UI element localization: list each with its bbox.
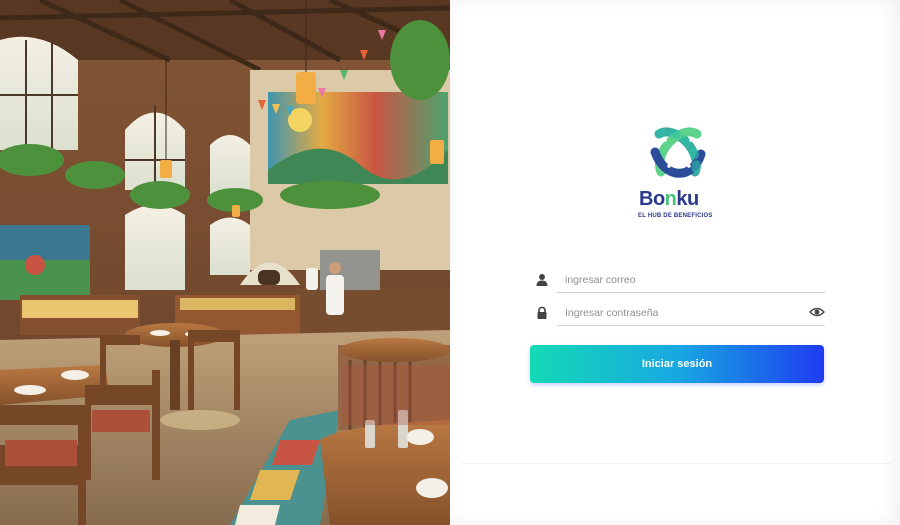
footer-divider: [462, 463, 892, 464]
login-panel: [450, 0, 900, 525]
bonku-logo-icon: [650, 127, 706, 178]
restaurant-hero-image: [0, 0, 450, 525]
login-button[interactable]: Iniciar sesión: [530, 345, 824, 383]
restaurant-illustration: [0, 0, 450, 525]
brand-logo: Bonku EL HUB DE BENEFICIOS: [635, 122, 725, 222]
email-input[interactable]: [557, 267, 825, 293]
brand-name: Bonku: [639, 188, 699, 210]
lock-icon: [537, 306, 547, 319]
password-field: [535, 300, 825, 328]
eye-icon[interactable]: [809, 305, 825, 319]
password-input[interactable]: [557, 300, 825, 326]
email-field: [535, 267, 825, 295]
user-icon: [536, 274, 548, 286]
login-page: Bonku EL HUB DE BENEFICIOS Iniciar sesió…: [0, 0, 900, 525]
brand-tagline: EL HUB DE BENEFICIOS: [638, 213, 713, 219]
